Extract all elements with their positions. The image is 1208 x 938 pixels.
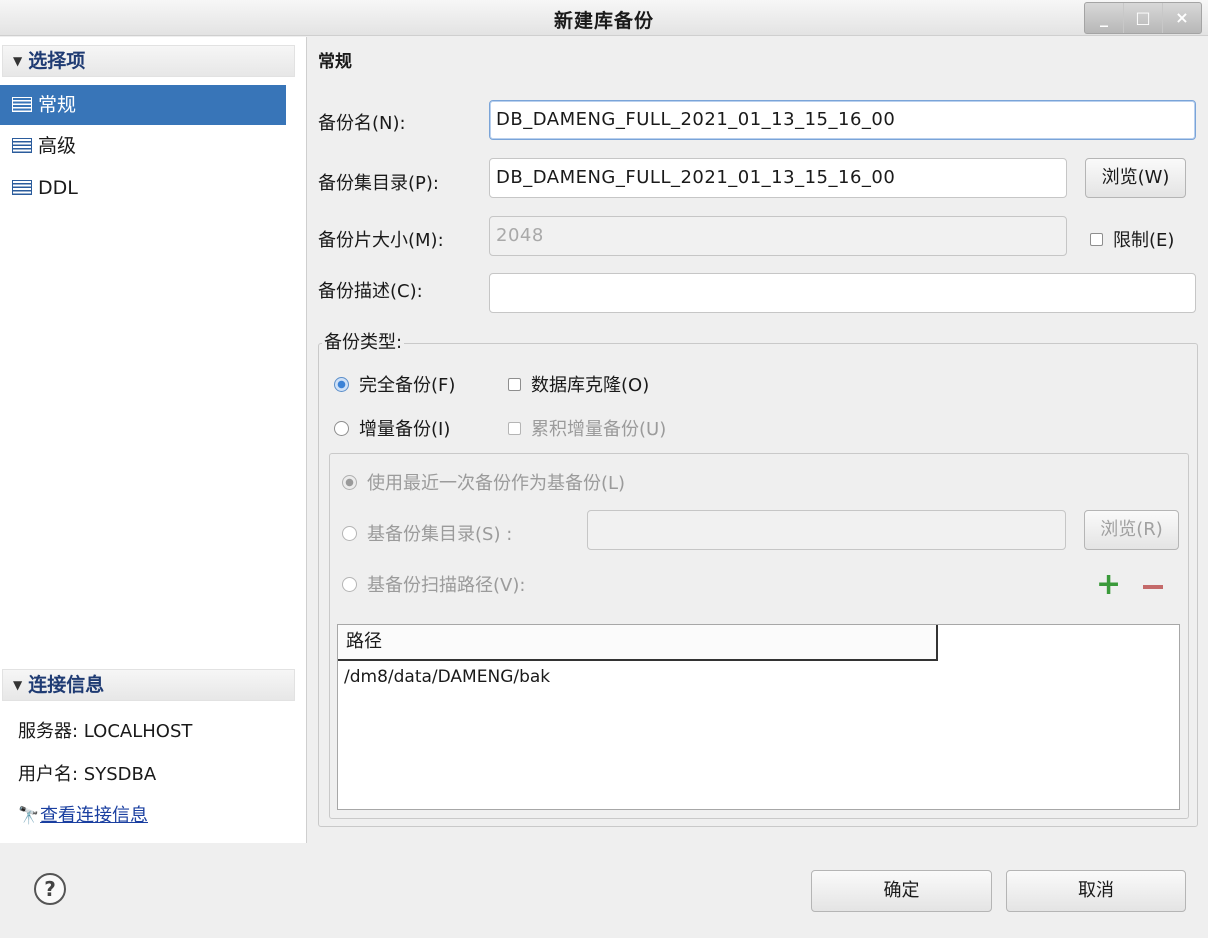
- list-icon: [12, 138, 32, 153]
- cumulative-option[interactable]: 累积增量备份(U): [508, 415, 666, 441]
- clone-checkbox[interactable]: [508, 378, 521, 391]
- section-heading: 常规: [318, 52, 352, 72]
- incr-backup-option[interactable]: 增量备份(I): [334, 415, 450, 441]
- desc-label: 备份描述(C):: [318, 281, 423, 302]
- list-icon: [12, 180, 32, 195]
- use-recent-option[interactable]: 使用最近一次备份作为基备份(L): [342, 469, 625, 495]
- collapse-arrow-icon: ▼: [13, 678, 23, 692]
- maximize-button[interactable]: □: [1124, 3, 1163, 33]
- limit-checkbox[interactable]: [1090, 233, 1103, 246]
- full-backup-radio[interactable]: [334, 377, 349, 392]
- add-path-icon[interactable]: +: [1096, 570, 1121, 600]
- piece-size-label: 备份片大小(M):: [318, 230, 444, 251]
- base-dir-option[interactable]: 基备份集目录(S) :: [342, 520, 512, 546]
- base-dir-input[interactable]: [587, 510, 1066, 550]
- close-button[interactable]: ×: [1163, 3, 1201, 33]
- server-info: 服务器: LOCALHOST: [18, 721, 193, 742]
- nav-item-general[interactable]: 常规: [0, 85, 286, 125]
- backup-type-legend: 备份类型:: [322, 328, 405, 354]
- minimize-button[interactable]: _: [1085, 3, 1124, 33]
- section-header-options[interactable]: ▼ 选择项: [2, 45, 295, 77]
- use-recent-radio[interactable]: [342, 475, 357, 490]
- help-icon[interactable]: ?: [34, 873, 66, 905]
- window-controls: _ □ ×: [1084, 2, 1202, 34]
- left-panel: ▼ 选择项 常规 高级 DDL ▼ 连接信息 服务器: LOCALHOST 用户名:…: [0, 37, 307, 843]
- list-icon: [12, 97, 32, 112]
- clone-option[interactable]: 数据库克隆(O): [508, 371, 649, 397]
- nav-item-ddl[interactable]: DDL: [0, 168, 286, 208]
- connection-icon: 🔭: [18, 806, 40, 826]
- scan-path-option[interactable]: 基备份扫描路径(V):: [342, 571, 525, 597]
- nav-item-advanced[interactable]: 高级: [0, 126, 286, 166]
- browse-base-button[interactable]: 浏览(R): [1084, 510, 1179, 550]
- incr-backup-radio[interactable]: [334, 421, 349, 436]
- cumulative-checkbox[interactable]: [508, 422, 521, 435]
- backup-dir-label: 备份集目录(P):: [318, 173, 439, 194]
- browse-button[interactable]: 浏览(W): [1085, 158, 1186, 198]
- main-panel: 常规 备份名(N): DB_DAMENG_FULL_2021_01_13_15_…: [308, 37, 1208, 843]
- table-row[interactable]: /dm8/data/DAMENG/bak: [344, 667, 550, 687]
- scan-path-radio[interactable]: [342, 577, 357, 592]
- title-bar: 新建库备份 _ □ ×: [0, 0, 1208, 36]
- path-table: 路径 /dm8/data/DAMENG/bak: [337, 624, 1180, 810]
- desc-input[interactable]: [489, 273, 1196, 313]
- button-bar: ? 确定 取消: [0, 843, 1208, 938]
- ok-button[interactable]: 确定: [811, 870, 992, 912]
- backup-name-label: 备份名(N):: [318, 113, 406, 134]
- section-header-connection[interactable]: ▼ 连接信息: [2, 669, 295, 701]
- path-column-header[interactable]: 路径: [338, 625, 938, 661]
- limit-checkbox-row[interactable]: 限制(E): [1090, 226, 1174, 252]
- piece-size-input[interactable]: 2048: [489, 216, 1067, 256]
- backup-name-input[interactable]: DB_DAMENG_FULL_2021_01_13_15_16_00: [489, 100, 1196, 140]
- base-dir-radio[interactable]: [342, 526, 357, 541]
- collapse-arrow-icon: ▼: [13, 54, 23, 68]
- cancel-button[interactable]: 取消: [1006, 870, 1186, 912]
- remove-path-icon[interactable]: [1143, 585, 1163, 589]
- full-backup-option[interactable]: 完全备份(F): [334, 371, 455, 397]
- view-connection-link[interactable]: 查看连接信息: [40, 805, 148, 826]
- window-title: 新建库备份: [553, 10, 654, 32]
- connection-link-row: 🔭查看连接信息: [18, 801, 148, 827]
- user-info: 用户名: SYSDBA: [18, 764, 157, 785]
- backup-dir-input[interactable]: DB_DAMENG_FULL_2021_01_13_15_16_00: [489, 158, 1067, 198]
